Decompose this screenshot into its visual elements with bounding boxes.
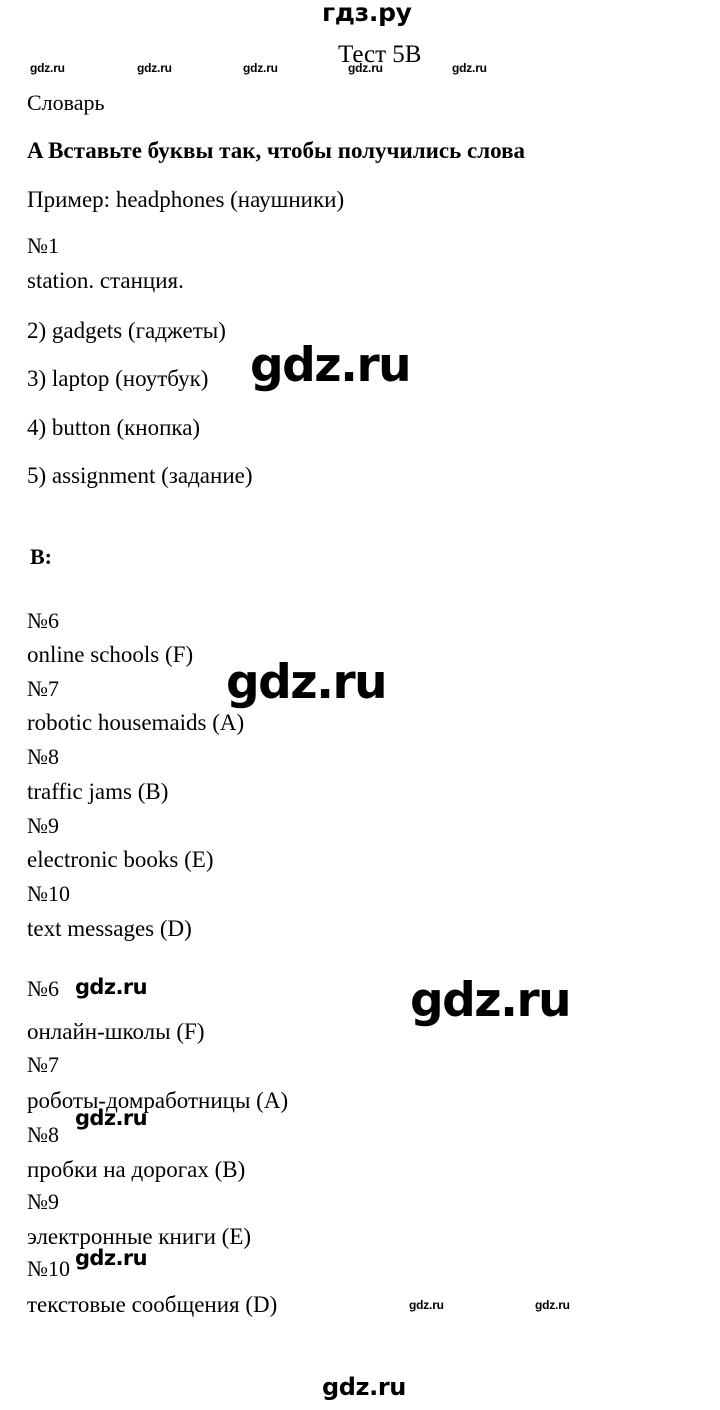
answer-number: №6 xyxy=(27,608,59,633)
answer-text: text messages (D) xyxy=(27,916,192,941)
answer-number: №10 xyxy=(27,881,70,906)
page-title: Тест 5B xyxy=(338,41,422,68)
watermark-small: gdz.ru xyxy=(452,61,487,75)
answer-text: роботы-домработницы (A) xyxy=(27,1088,289,1113)
section-label-vocabulary: Словарь xyxy=(27,90,105,115)
watermark-large: gdz.ru xyxy=(226,655,388,710)
answer-text: station. станция. xyxy=(27,268,184,293)
brand-watermark-footer: gdz.ru xyxy=(322,1373,406,1401)
answer-text: electronic books (E) xyxy=(27,847,214,872)
answer-text: traffic jams (B) xyxy=(27,779,169,804)
watermark-small: gdz.ru xyxy=(243,61,278,75)
watermark-large: gdz.ru xyxy=(250,338,412,393)
answer-number: №9 xyxy=(27,1189,59,1214)
answer-text: online schools (F) xyxy=(27,642,194,667)
watermark-large: gdz.ru xyxy=(410,973,572,1028)
answer-text: 3) laptop (ноутбук) xyxy=(27,366,209,391)
answer-text: пробки на дорогах (B) xyxy=(27,1157,246,1182)
watermark-small: gdz.ru xyxy=(30,61,65,75)
answer-number: №7 xyxy=(27,676,59,701)
answer-text: онлайн-школы (F) xyxy=(27,1019,205,1044)
watermark-small: gdz.ru xyxy=(535,1298,570,1312)
page-root: { "site": { "brand_top": "гдз.ру", "foot… xyxy=(0,0,720,1410)
answer-text: 5) assignment (задание) xyxy=(27,463,253,488)
answer-number: №6 xyxy=(27,976,59,1001)
task-b-label: B: xyxy=(30,544,52,569)
answer-number: №10 xyxy=(27,1256,70,1281)
task-a-heading: A Вставьте буквы так, чтобы получились с… xyxy=(27,138,526,163)
watermark-medium: gdz.ru xyxy=(75,975,148,999)
watermark-small: gdz.ru xyxy=(409,1298,444,1312)
answer-number: №9 xyxy=(27,813,59,838)
answer-number: №7 xyxy=(27,1052,59,1077)
answer-text: электронные книги (E) xyxy=(27,1224,252,1249)
answer-text: 4) button (кнопка) xyxy=(27,415,201,440)
watermark-medium: gdz.ru xyxy=(75,1246,148,1270)
answer-text: текстовые сообщения (D) xyxy=(27,1292,278,1317)
brand-watermark-top: гдз.ру xyxy=(322,0,412,27)
example-line: Пример: headphones (наушники) xyxy=(27,187,345,212)
answer-text: robotic housemaids (A) xyxy=(27,710,245,735)
answer-number: №1 xyxy=(27,233,59,258)
answer-number: №8 xyxy=(27,1122,59,1147)
watermark-small: gdz.ru xyxy=(137,61,172,75)
answer-text: 2) gadgets (гаджеты) xyxy=(27,318,226,343)
answer-number: №8 xyxy=(27,744,59,769)
